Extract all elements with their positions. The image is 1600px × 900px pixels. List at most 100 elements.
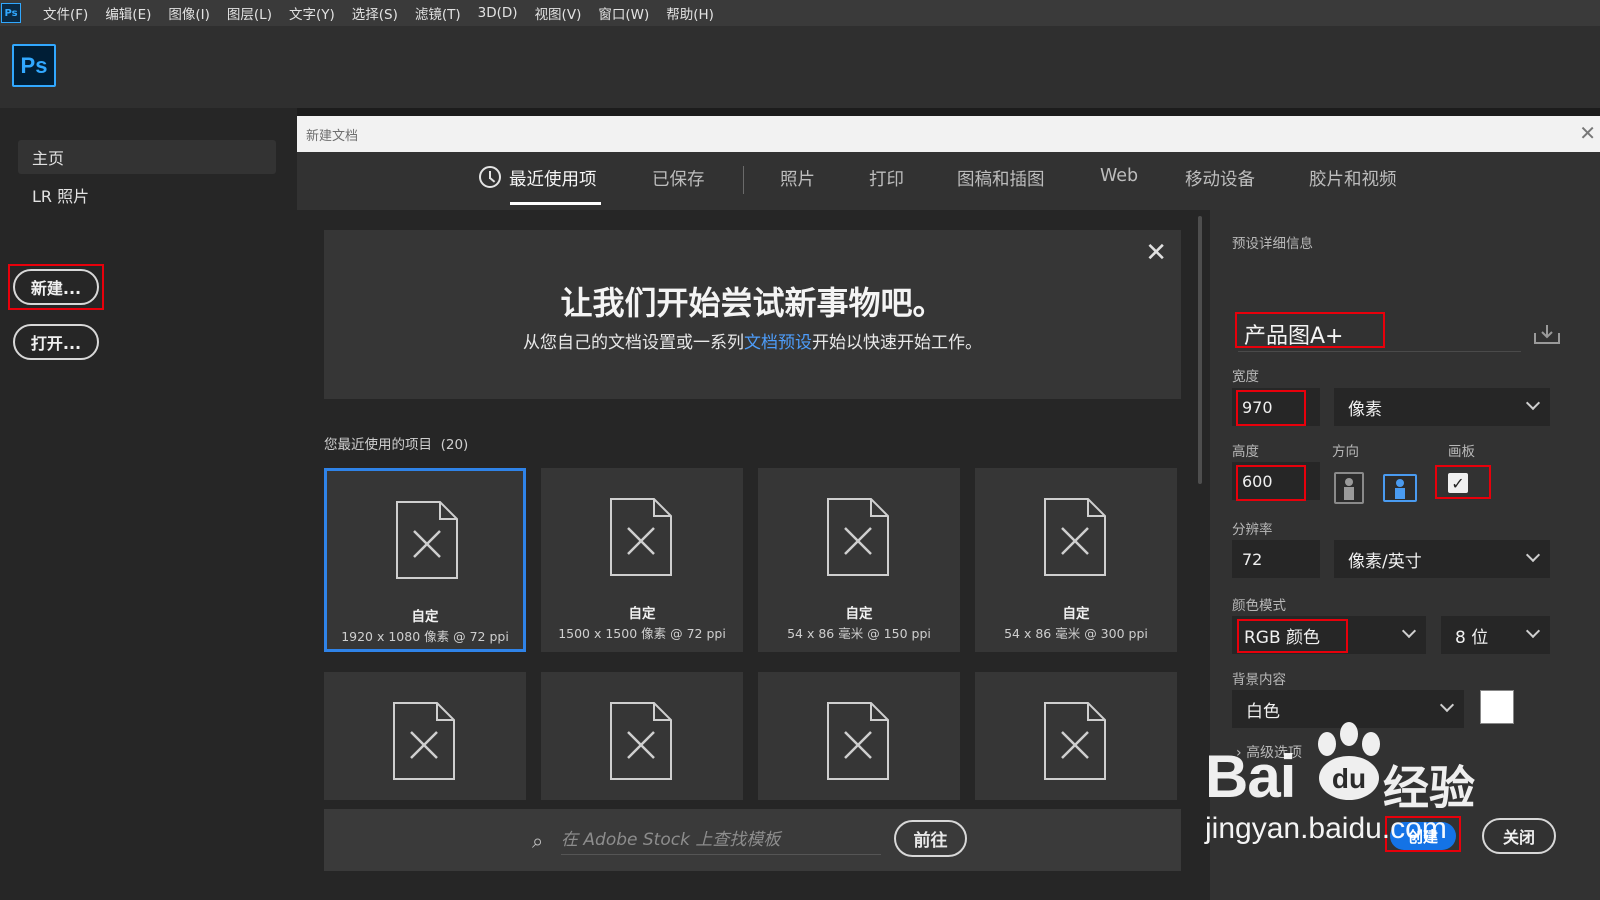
landscape-orientation-icon[interactable] bbox=[1383, 474, 1417, 502]
resolution-unit: 像素/英寸 bbox=[1348, 551, 1422, 572]
recent-card[interactable] bbox=[758, 672, 960, 800]
height-label: 高度 bbox=[1232, 444, 1259, 460]
height-input[interactable]: 600 bbox=[1232, 462, 1320, 500]
advanced-options-label: 高级选项 bbox=[1246, 745, 1303, 761]
menu-bar: Ps 文件(F) 编辑(E) 图像(I) 图层(L) 文字(Y) 选择(S) 滤… bbox=[0, 0, 1600, 26]
document-icon bbox=[1044, 498, 1106, 576]
menu-layer[interactable]: 图层(L) bbox=[227, 3, 272, 23]
new-document-dialog: 最近使用项 已保存 照片 打印 图稿和插图 Web 移动设备 胶片和视频 ✕ 让… bbox=[297, 152, 1600, 900]
menu-file[interactable]: 文件(F) bbox=[43, 3, 88, 23]
recent-content: ✕ 让我们开始尝试新事物吧。 从您自己的文档设置或一系列文档预设开始以快速开始工… bbox=[297, 210, 1210, 900]
resolution-label: 分辨率 bbox=[1232, 522, 1273, 538]
menu-filter[interactable]: 滤镜(T) bbox=[415, 3, 461, 23]
create-button[interactable]: 创建 bbox=[1390, 822, 1456, 850]
chevron-down-icon bbox=[1525, 395, 1541, 411]
dialog-title: 新建文档 bbox=[306, 128, 359, 144]
save-preset-icon[interactable] bbox=[1533, 323, 1561, 345]
chevron-down-icon bbox=[1401, 623, 1417, 639]
banner-text-end: 开始以快速开始工作。 bbox=[812, 333, 982, 353]
document-icon bbox=[827, 702, 889, 780]
bit-depth-select[interactable]: 8 位 bbox=[1441, 616, 1550, 654]
chevron-down-icon bbox=[1525, 623, 1541, 639]
stock-go-button[interactable]: 前往 bbox=[894, 820, 967, 857]
width-input[interactable]: 970 bbox=[1232, 388, 1320, 426]
width-label: 宽度 bbox=[1232, 369, 1259, 385]
ps-app-icon: Ps bbox=[1, 3, 21, 23]
document-presets-link[interactable]: 文档预设 bbox=[744, 333, 812, 353]
home-header: Ps bbox=[0, 26, 1600, 108]
background-value: 白色 bbox=[1246, 701, 1280, 722]
background-label: 背景内容 bbox=[1232, 672, 1286, 688]
recent-card[interactable] bbox=[975, 672, 1177, 800]
tab-web[interactable]: Web bbox=[1100, 166, 1138, 186]
new-button[interactable]: 新建... bbox=[13, 269, 99, 305]
close-button[interactable]: 关闭 bbox=[1482, 818, 1556, 854]
menu-help[interactable]: 帮助(H) bbox=[666, 3, 714, 23]
sidebar-item-home[interactable]: 主页 bbox=[18, 140, 276, 174]
document-icon bbox=[393, 702, 455, 780]
recent-card[interactable] bbox=[324, 672, 526, 800]
menu-view[interactable]: 视图(V) bbox=[535, 3, 582, 23]
menu-select[interactable]: 选择(S) bbox=[352, 3, 398, 23]
chevron-down-icon bbox=[1439, 697, 1455, 713]
menu-edit[interactable]: 编辑(E) bbox=[105, 3, 151, 23]
preset-name-field[interactable]: 产品图A+ bbox=[1238, 316, 1521, 352]
tab-photo[interactable]: 照片 bbox=[780, 166, 815, 191]
menu-3d[interactable]: 3D(D) bbox=[478, 5, 518, 21]
bit-depth-value: 8 位 bbox=[1455, 627, 1489, 648]
recent-card[interactable]: 自定 54 x 86 毫米 @ 300 ppi bbox=[975, 468, 1177, 652]
recent-card[interactable] bbox=[541, 672, 743, 800]
menu-type[interactable]: 文字(Y) bbox=[289, 3, 335, 23]
open-button[interactable]: 打开... bbox=[13, 324, 99, 360]
tab-print[interactable]: 打印 bbox=[869, 166, 904, 191]
recent-card[interactable]: 自定 1500 x 1500 像素 @ 72 ppi bbox=[541, 468, 743, 652]
recent-card[interactable]: 自定 54 x 86 毫米 @ 150 ppi bbox=[758, 468, 960, 652]
ps-logo: Ps bbox=[12, 44, 56, 87]
dialog-close-icon[interactable]: ✕ bbox=[1579, 121, 1596, 145]
tab-art-illustration[interactable]: 图稿和插图 bbox=[957, 166, 1045, 191]
sidebar-item-lr-photos[interactable]: LR 照片 bbox=[18, 178, 276, 212]
preset-tabs: 最近使用项 已保存 照片 打印 图稿和插图 Web 移动设备 胶片和视频 bbox=[297, 152, 1600, 210]
background-color-swatch[interactable] bbox=[1480, 690, 1514, 724]
portrait-orientation-icon[interactable] bbox=[1334, 472, 1364, 504]
banner-headline: 让我们开始尝试新事物吧。 bbox=[560, 284, 945, 322]
background-select[interactable]: 白色 bbox=[1232, 690, 1464, 728]
adobe-stock-bar: ⌕ 在 Adobe Stock 上查找模板 前往 bbox=[324, 809, 1181, 871]
clock-icon bbox=[479, 166, 501, 188]
chevron-right-icon: › bbox=[1236, 745, 1242, 761]
person-body bbox=[1344, 487, 1354, 500]
card-size: 1500 x 1500 像素 @ 72 ppi bbox=[558, 626, 726, 641]
card-name: 自定 bbox=[1062, 606, 1090, 622]
width-unit-select[interactable]: 像素 bbox=[1334, 388, 1550, 426]
content-scrollbar[interactable] bbox=[1198, 216, 1202, 484]
banner-text-start: 从您自己的文档设置或一系列 bbox=[523, 333, 744, 353]
advanced-options-toggle[interactable]: › 高级选项 bbox=[1236, 742, 1302, 762]
document-icon bbox=[396, 501, 458, 579]
color-mode-label: 颜色模式 bbox=[1232, 598, 1286, 614]
card-size: 1920 x 1080 像素 @ 72 ppi bbox=[341, 629, 509, 644]
artboard-checkbox[interactable]: ✓ bbox=[1448, 473, 1468, 493]
tab-saved[interactable]: 已保存 bbox=[652, 166, 705, 191]
document-icon bbox=[1044, 702, 1106, 780]
document-icon bbox=[610, 498, 672, 576]
resolution-input[interactable]: 72 bbox=[1232, 540, 1320, 578]
banner-close-icon[interactable]: ✕ bbox=[1145, 238, 1167, 268]
card-size: 54 x 86 毫米 @ 150 ppi bbox=[787, 626, 931, 641]
resolution-unit-select[interactable]: 像素/英寸 bbox=[1334, 540, 1550, 578]
card-name: 自定 bbox=[845, 606, 873, 622]
tab-film-video[interactable]: 胶片和视频 bbox=[1309, 166, 1397, 191]
color-mode-select[interactable]: RGB 颜色 bbox=[1232, 616, 1426, 654]
menu-window[interactable]: 窗口(W) bbox=[598, 3, 649, 23]
tab-recent[interactable]: 最近使用项 bbox=[509, 166, 597, 191]
tab-mobile[interactable]: 移动设备 bbox=[1185, 166, 1255, 191]
recent-card[interactable]: 自定 1920 x 1080 像素 @ 72 ppi bbox=[324, 468, 526, 652]
menu-image[interactable]: 图像(I) bbox=[168, 3, 210, 23]
active-tab-indicator bbox=[510, 202, 601, 205]
stock-search-input[interactable]: 在 Adobe Stock 上查找模板 bbox=[561, 825, 881, 855]
banner-text: 从您自己的文档设置或一系列文档预设开始以快速开始工作。 bbox=[324, 328, 1181, 353]
document-icon bbox=[827, 498, 889, 576]
tab-divider bbox=[743, 166, 744, 194]
orientation-label: 方向 bbox=[1332, 444, 1359, 460]
artboard-label: 画板 bbox=[1448, 444, 1475, 460]
search-icon: ⌕ bbox=[532, 829, 544, 853]
